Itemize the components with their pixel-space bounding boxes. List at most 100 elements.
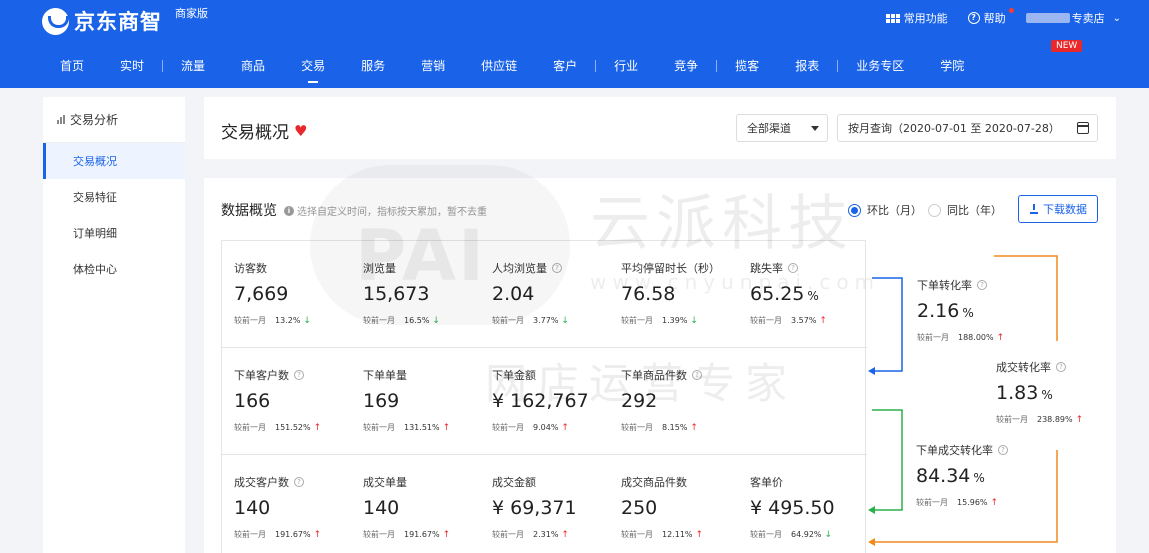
arrow-up-icon: ↑ xyxy=(442,422,451,433)
radio-dot xyxy=(928,203,941,217)
metric-value-text: 292 xyxy=(621,390,658,412)
help-circle-icon[interactable]: ? xyxy=(788,263,798,273)
channel-select[interactable]: 全部渠道 xyxy=(736,114,828,142)
overview-hint: i 选择自定义时间，指标按天累加，暂不去重 xyxy=(284,203,487,218)
compare-label: 较前一月 xyxy=(917,333,949,342)
help-circle-icon[interactable]: ? xyxy=(294,477,304,487)
metric-card: 成交单量 140 较前一月 191.67% ↑ xyxy=(363,475,493,540)
compare-percent: 191.67% xyxy=(275,530,311,539)
sidebar-item-0[interactable]: 交易概况 xyxy=(43,143,185,179)
metric-value-text: 166 xyxy=(234,390,271,412)
sidebar-item-2[interactable]: 订单明细 xyxy=(43,215,185,251)
nav-tab-11[interactable]: 揽客 xyxy=(717,55,777,77)
sidebar-header-label: 交易分析 xyxy=(70,113,119,127)
nav-tab-5[interactable]: 服务 xyxy=(343,55,403,77)
metric-compare: 较前一月 188.00% ↑ xyxy=(917,332,1037,343)
nav-tab-2[interactable]: 流量 xyxy=(163,55,223,77)
logo-icon xyxy=(42,7,69,35)
flow-line-green xyxy=(872,409,903,511)
nav-tab-3[interactable]: 商品 xyxy=(223,55,283,77)
compare-label: 较前一月 xyxy=(234,316,266,325)
metric-compare: 较前一月 13.2% ↓ xyxy=(234,315,364,326)
compare-percent: 3.57% xyxy=(791,316,817,325)
compare-label: 较前一月 xyxy=(363,423,395,432)
help-button[interactable]: ? 帮助 xyxy=(967,8,1014,26)
metric-card: 下单金额 ¥ 162,767 较前一月 9.04% ↑ xyxy=(492,368,622,433)
metric-value: 169 xyxy=(363,390,493,414)
help-circle-icon[interactable]: ? xyxy=(294,370,304,380)
nav-tab-10[interactable]: 竞争 xyxy=(656,55,716,77)
top-header: 京东商智 商家版 常用功能 ? 帮助 专卖店 ⌄ 首页 实时 流量 商品 交易 服务 营销供… xyxy=(0,0,1149,88)
metric-value: 166 xyxy=(234,390,364,414)
nav-tab-14[interactable]: 学院 xyxy=(922,55,982,77)
nav-tab-1[interactable]: 实时 xyxy=(102,55,162,77)
compare-label: 较前一月 xyxy=(750,530,782,539)
date-range-picker[interactable]: 按月查询（2020-07-01 至 2020-07-28） xyxy=(837,114,1098,142)
sidebar-item-1[interactable]: 交易特征 xyxy=(43,179,185,215)
compare-label: 较前一月 xyxy=(621,530,653,539)
metric-value-text: 7,669 xyxy=(234,283,289,305)
download-data-button[interactable]: 下载数据 xyxy=(1018,195,1098,223)
metric-compare: 较前一月 238.89% ↑ xyxy=(996,414,1116,425)
help-circle-icon[interactable]: ? xyxy=(692,370,702,380)
metric-value: 292 xyxy=(621,390,751,414)
arrow-up-icon: ↑ xyxy=(1075,414,1084,425)
metric-label: 下单单量 xyxy=(363,368,493,382)
metrics-row: 访客数 7,669 较前一月 13.2% ↓ 浏览量 15,673 较前一月 16.5% ↓ 人均浏… xyxy=(222,241,867,348)
arrow-down-icon: ↓ xyxy=(561,315,569,326)
metric-card: 成交客户数? 140 较前一月 191.67% ↑ xyxy=(234,475,364,540)
nav-tab-7[interactable]: 供应链 xyxy=(463,55,535,77)
radio-month-on-month[interactable]: 环比（月） xyxy=(848,202,922,218)
metric-compare: 较前一月 9.04% ↑ xyxy=(492,422,622,433)
help-circle-icon[interactable]: ? xyxy=(552,263,562,273)
metric-label-text: 成交转化率 xyxy=(996,361,1051,374)
arrow-down-icon: ↓ xyxy=(690,315,698,326)
nav-tab-9[interactable]: 行业 xyxy=(596,55,656,77)
nav-tab-8[interactable]: 客户 xyxy=(535,55,595,77)
help-circle-icon[interactable]: ? xyxy=(1056,362,1066,372)
metric-label: 成交金额 xyxy=(492,475,622,489)
metric-card: 平均停留时长（秒） 76.58 较前一月 1.39% ↓ xyxy=(621,261,751,326)
radio-year-on-year[interactable]: 同比（年） xyxy=(928,202,1002,218)
metric-label: 下单金额 xyxy=(492,368,622,382)
metric-value: 7,669 xyxy=(234,283,364,307)
help-circle-icon[interactable]: ? xyxy=(977,280,987,290)
metrics-grid: 访客数 7,669 较前一月 13.2% ↓ 浏览量 15,673 较前一月 16.5% ↓ 人均浏… xyxy=(221,240,867,553)
compare-percent: 2.31% xyxy=(533,530,559,539)
nav-tab-12[interactable]: 报表 xyxy=(777,55,837,77)
metric-card: 跳失率? 65.25% 较前一月 3.57% ↑ xyxy=(750,261,880,326)
radio-dot xyxy=(848,203,861,217)
metric-label-text: 客单价 xyxy=(750,476,783,489)
sidebar-item-3[interactable]: 体检中心 xyxy=(43,251,185,287)
compare-label: 较前一月 xyxy=(621,423,653,432)
jd-logo[interactable]: 京东商智 xyxy=(42,6,162,36)
metric-compare: 较前一月 15.96% ↑ xyxy=(916,497,1036,508)
nav-tab-0[interactable]: 首页 xyxy=(42,55,102,77)
metric-label: 浏览量 xyxy=(363,261,493,275)
metric-value: 2.04 xyxy=(492,283,622,307)
heart-icon[interactable]: ♥ xyxy=(294,122,307,140)
sidebar-header[interactable]: 交易分析 xyxy=(43,97,185,143)
help-label: 帮助 xyxy=(983,12,1006,25)
nav-tab-13[interactable]: 业务专区 xyxy=(838,55,922,77)
metric-label: 下单转化率? xyxy=(917,278,1037,292)
arrow-orange xyxy=(868,538,875,546)
metric-label-text: 成交客户数 xyxy=(234,476,289,489)
shop-selector[interactable]: 专卖店 ⌄ xyxy=(1025,10,1121,26)
metric-value-text: 65.25 xyxy=(750,283,805,305)
nav-tab-4[interactable]: 交易 xyxy=(283,55,343,77)
metric-compare: 较前一月 8.15% ↑ xyxy=(621,422,751,433)
metric-unit: % xyxy=(1041,388,1053,402)
help-circle-icon[interactable]: ? xyxy=(998,445,1008,455)
metric-value-text: 140 xyxy=(363,497,400,519)
chart-bar-icon xyxy=(57,115,65,124)
metric-value: 65.25% xyxy=(750,283,880,307)
download-icon xyxy=(1029,204,1039,214)
metric-value: 2.16% xyxy=(917,300,1037,324)
common-functions-button[interactable]: 常用功能 xyxy=(885,10,948,26)
compare-percent: 1.39% xyxy=(662,316,688,325)
compare-percent: 64.92% xyxy=(791,530,822,539)
metric-label-text: 人均浏览量 xyxy=(492,262,547,275)
nav-tab-6[interactable]: 营销 xyxy=(403,55,463,77)
shop-name-blurred xyxy=(1025,13,1070,23)
